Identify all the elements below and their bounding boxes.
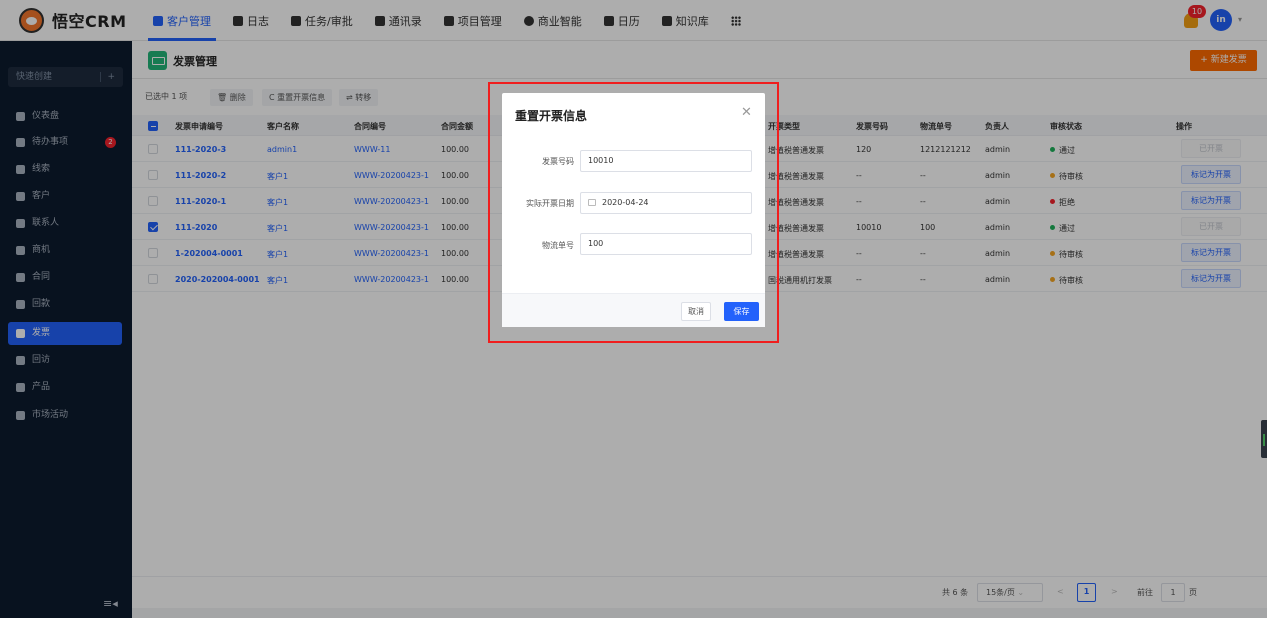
logistics-no-input[interactable]: 100 (580, 233, 752, 255)
logistics-label: 物流单号 (542, 241, 574, 250)
reset-invoice-dialog: 重置开票信息 ✕ 发票号码 10010 实际开票日期 2020-04-24 物流… (502, 93, 765, 327)
cancel-button[interactable]: 取消 (681, 302, 711, 321)
invoice-no-label: 发票号码 (542, 157, 574, 166)
date-label: 实际开票日期 (526, 199, 574, 208)
close-icon[interactable]: ✕ (741, 105, 752, 120)
invoice-date-picker[interactable]: 2020-04-24 (580, 192, 752, 214)
dialog-footer: 取消 保存 (502, 293, 765, 327)
date-value: 2020-04-24 (602, 198, 649, 207)
invoice-no-input[interactable]: 10010 (580, 150, 752, 172)
dialog-title: 重置开票信息 (515, 109, 588, 123)
save-button[interactable]: 保存 (724, 302, 759, 321)
calendar-icon (588, 199, 596, 206)
